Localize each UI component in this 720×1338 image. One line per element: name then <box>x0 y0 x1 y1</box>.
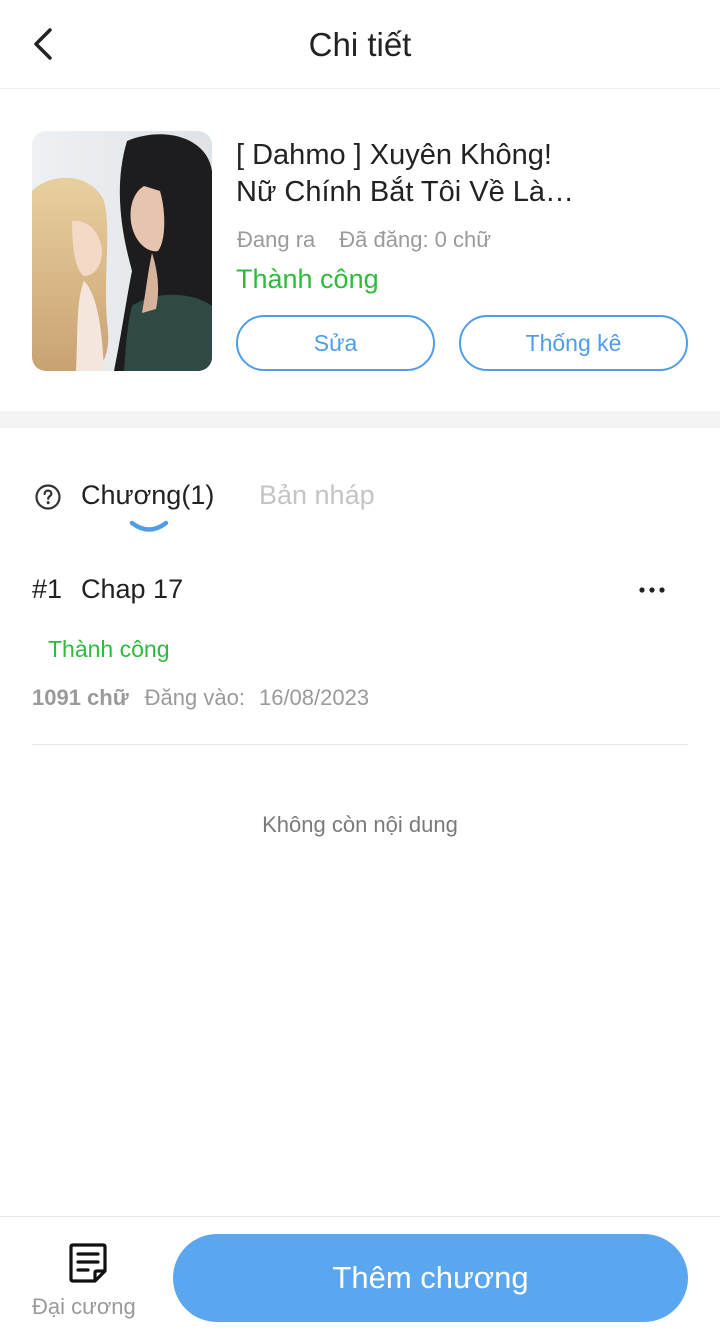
story-state: Đang ra <box>237 227 316 252</box>
story-word-count: Đã đăng: 0 chữ <box>339 227 491 252</box>
active-tab-indicator <box>129 518 169 536</box>
more-options-icon[interactable] <box>634 578 670 602</box>
outline-button[interactable]: Đại cương <box>30 1239 146 1329</box>
end-of-list-text: Không còn nội dung <box>262 812 458 837</box>
story-title-line-1: [ Dahmo ] Xuyên Không! <box>236 139 552 171</box>
chapter-number: #1 <box>32 574 63 604</box>
statistics-button[interactable]: Thống kê <box>459 315 688 371</box>
story-cover-image[interactable] <box>32 131 212 371</box>
tab-drafts[interactable]: Bản nháp <box>259 480 375 511</box>
document-icon <box>67 1241 109 1285</box>
tab-chapters[interactable]: Chương(1) <box>81 480 214 511</box>
story-info-card: [ Dahmo ] Xuyên Không! Nữ Chính Bắt Tôi … <box>0 89 720 411</box>
app-header: Chi tiết <box>0 0 720 89</box>
story-title-line-2: Nữ Chính Bắt Tôi Về Là… <box>236 176 575 208</box>
bottom-action-bar: Đại cương Thêm chương <box>0 1216 720 1338</box>
chapter-status: Thành công <box>48 636 170 662</box>
story-title: [ Dahmo ] Xuyên Không! Nữ Chính Bắt Tôi … <box>236 137 696 211</box>
section-divider <box>0 411 720 428</box>
chapter-date-label: Đăng vào: <box>144 685 245 710</box>
outline-label: Đại cương <box>32 1294 136 1319</box>
page-title: Chi tiết <box>308 26 412 63</box>
story-meta: Đang ra Đã đăng: 0 chữ <box>237 227 491 253</box>
chapter-meta: 1091 chữ Đăng vào: 16/08/2023 <box>32 685 369 711</box>
cover-illustration <box>32 131 212 371</box>
chapter-date: 16/08/2023 <box>258 685 370 710</box>
chapter-list-item[interactable]: #1 Chap 17 Thành công 1091 chữ Đăng vào: 1… <box>32 556 688 745</box>
add-chapter-button[interactable]: Thêm chương <box>173 1234 688 1322</box>
chapter-tabs: Chương(1) Bản nháp <box>0 470 720 540</box>
chapter-title: Chap 17 <box>81 574 184 604</box>
edit-story-button[interactable]: Sửa <box>236 315 435 371</box>
question-circle-icon[interactable] <box>34 483 62 511</box>
chapter-word-count: 1091 chữ <box>32 685 129 710</box>
story-status: Thành công <box>236 264 379 294</box>
